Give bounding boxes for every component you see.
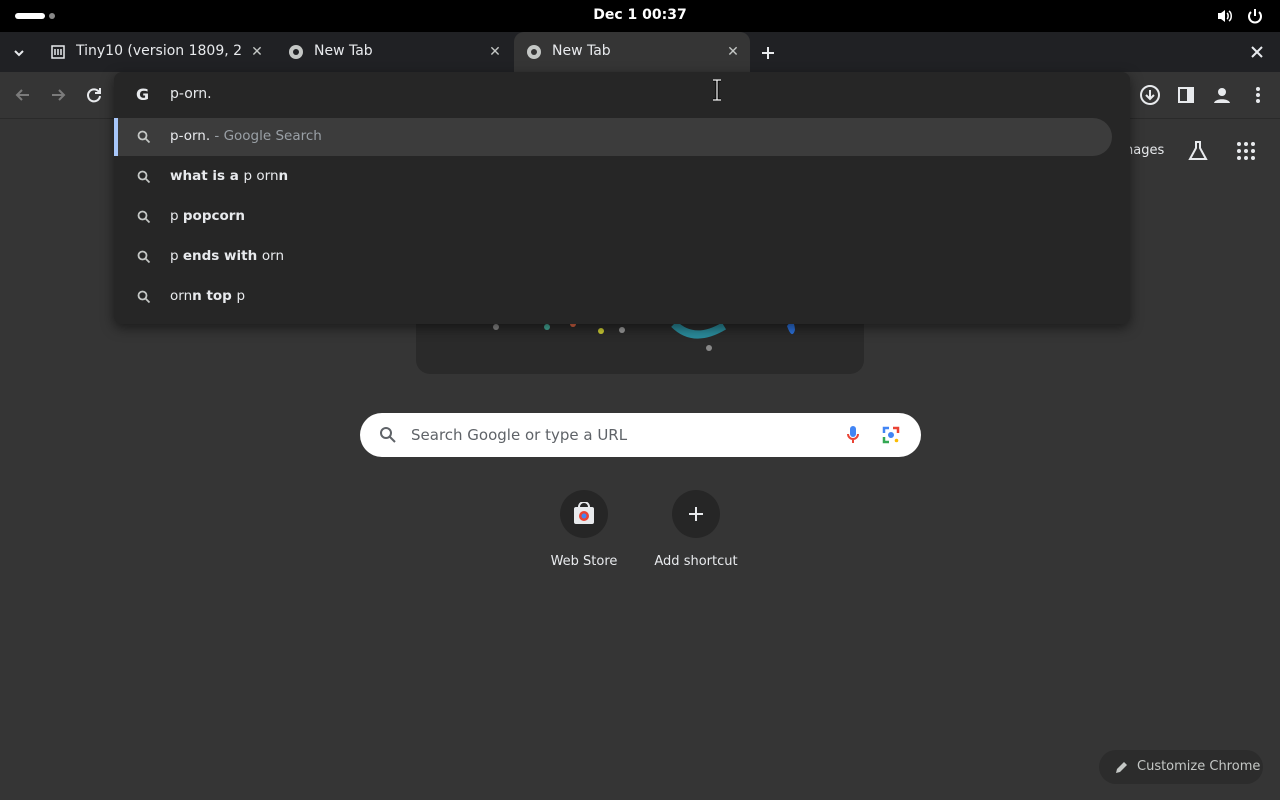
omnibox-suggestion[interactable]: what is a p ornn	[114, 158, 1112, 196]
suggestion-text-part: - Google Search	[210, 128, 322, 144]
search-icon	[137, 250, 151, 264]
search-icon	[137, 170, 151, 184]
power-icon[interactable]	[1246, 7, 1264, 25]
omnibox-suggestion[interactable]: p-orn. - Google Search	[114, 118, 1112, 156]
tab-title: New Tab	[552, 43, 611, 59]
suggestion-text: p popcorn	[170, 208, 245, 224]
suggestion-text-part: ends with	[182, 248, 262, 264]
tab-strip: Tiny10 (version 1809, 22 ✕ New Tab ✕ New…	[0, 32, 1280, 72]
tab-title: Tiny10 (version 1809, 22	[76, 43, 242, 59]
system-top-bar: Dec 1 00:37	[0, 0, 1280, 32]
close-tab-icon[interactable]: ✕	[248, 43, 266, 61]
pencil-icon	[1116, 762, 1127, 773]
chrome-icon	[289, 45, 303, 59]
suggestion-text-part: p	[236, 288, 246, 304]
system-clock[interactable]: Dec 1 00:37	[0, 7, 1280, 23]
shortcut-tile	[672, 490, 720, 538]
suggestion-text-part: p	[170, 208, 183, 224]
archive-icon	[51, 45, 65, 59]
menu-kebab-icon[interactable]	[1247, 84, 1269, 106]
forward-arrow-icon[interactable]	[47, 84, 69, 106]
tab-title: New Tab	[314, 43, 373, 59]
search-icon	[380, 427, 396, 443]
profile-icon[interactable]	[1211, 84, 1233, 106]
omnibox-suggestion[interactable]: ornn top p	[114, 278, 1112, 316]
back-arrow-icon[interactable]	[12, 84, 34, 106]
text-cursor-icon	[713, 79, 721, 101]
ntp-search-box[interactable]: Search Google or type a URL	[360, 413, 921, 457]
suggestion-text: p-orn. - Google Search	[170, 128, 322, 144]
suggestion-text-part: what is a	[170, 168, 244, 184]
suggestion-text-part: popcorn	[182, 208, 246, 224]
shortcut-web-store[interactable]: Web Store	[528, 490, 640, 580]
download-icon[interactable]	[1139, 84, 1161, 106]
suggestion-text-part: n	[278, 168, 289, 184]
shortcut-label: Web Store	[550, 554, 618, 569]
tab-new-tab-active[interactable]: New Tab ✕	[514, 32, 750, 72]
side-panel-icon[interactable]	[1175, 84, 1197, 106]
tab-search-chevron-icon[interactable]	[10, 44, 28, 62]
suggestion-text: what is a p ornn	[170, 168, 288, 184]
omnibox-dropdown: G p-orn. p-orn. - Google Search what is a…	[114, 72, 1130, 324]
search-placeholder: Search Google or type a URL	[411, 426, 628, 444]
suggestion-text-part: p	[170, 248, 183, 264]
close-tab-icon[interactable]: ✕	[724, 43, 742, 61]
omnibox-suggestion[interactable]: p ends with orn	[114, 238, 1112, 276]
suggestion-text-part: n top	[192, 288, 237, 304]
shortcut-add[interactable]: Add shortcut	[640, 490, 752, 580]
new-tab-plus-icon[interactable]	[758, 43, 778, 63]
suggestion-text-part: orn	[261, 248, 285, 264]
web-store-icon	[574, 502, 594, 524]
suggestion-text-part: orn	[170, 288, 193, 304]
voice-search-mic-icon[interactable]	[846, 425, 860, 445]
google-g-icon: G	[136, 85, 150, 104]
search-icon	[137, 290, 151, 304]
omnibox-input[interactable]: p-orn.	[170, 86, 212, 102]
suggestion-text: p ends with orn	[170, 248, 284, 264]
shortcut-label: Add shortcut	[654, 554, 738, 569]
volume-icon[interactable]	[1216, 7, 1234, 25]
search-icon	[137, 130, 151, 144]
search-icon	[137, 210, 151, 224]
suggestion-text: ornn top p	[170, 288, 245, 304]
google-lens-icon[interactable]	[881, 425, 901, 445]
customize-chrome-button[interactable]: Customize Chrome	[1099, 750, 1263, 784]
customize-label: Customize Chrome	[1137, 759, 1261, 774]
omnibox-suggestion[interactable]: p popcorn	[114, 198, 1112, 236]
images-link[interactable]: nages	[1125, 143, 1164, 158]
chrome-icon	[527, 45, 541, 59]
shortcut-tile	[560, 490, 608, 538]
close-window-icon[interactable]	[1249, 44, 1265, 60]
suggestion-text-part: p-orn.	[170, 128, 211, 144]
reload-icon[interactable]	[83, 84, 105, 106]
suggestion-text-part: p orn	[243, 168, 279, 184]
plus-icon	[689, 507, 703, 521]
labs-flask-icon[interactable]	[1186, 139, 1210, 163]
close-tab-icon[interactable]: ✕	[486, 43, 504, 61]
apps-grid-icon[interactable]	[1234, 139, 1258, 163]
tab-new-tab-1[interactable]: New Tab ✕	[276, 32, 512, 72]
tab-tiny10[interactable]: Tiny10 (version 1809, 22 ✕	[38, 32, 274, 72]
